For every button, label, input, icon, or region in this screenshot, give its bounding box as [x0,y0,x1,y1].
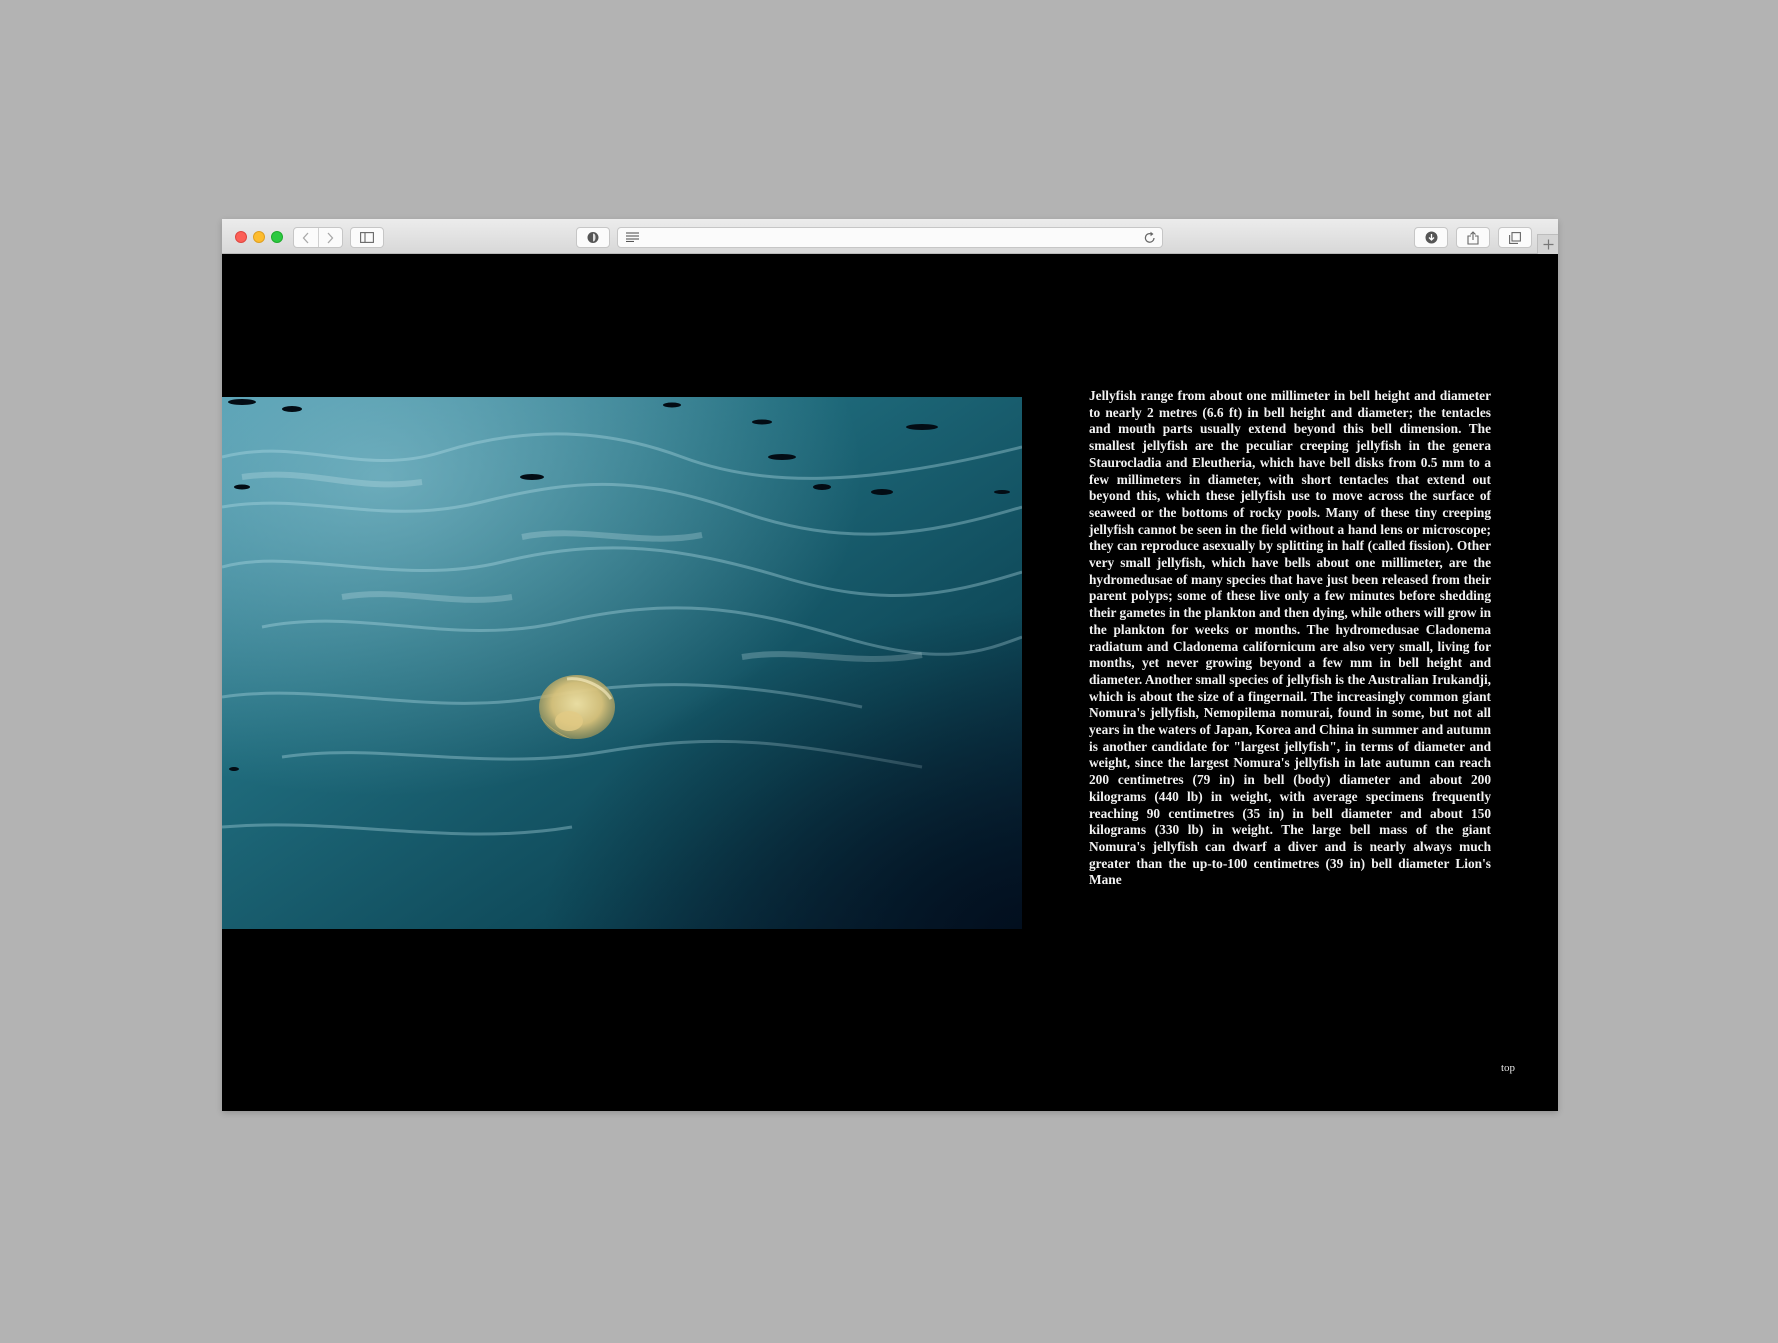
close-window-button[interactable] [235,231,247,243]
back-button[interactable] [294,228,318,247]
download-icon [1425,231,1437,244]
shield-icon [587,232,599,243]
url-field[interactable] [646,230,1116,245]
page-content: Jellyfish range from about one millimete… [222,254,1558,1111]
zoom-window-button[interactable] [271,231,283,243]
browser-window: Jellyfish range from about one millimete… [222,219,1558,1111]
jellyfish-in-sea-photo [222,397,1022,929]
history-navigation [293,227,343,248]
jellyfish-photo [222,397,1022,929]
reader-lines-icon[interactable] [626,232,639,242]
downloads-button[interactable] [1414,227,1448,248]
share-button[interactable] [1456,227,1490,248]
chevron-right-icon [327,232,334,243]
jellyfish [539,675,615,739]
sidebar-button[interactable] [350,227,384,248]
new-tab-button[interactable] [1537,234,1558,254]
sidebar-icon [360,232,374,243]
share-icon [1467,230,1479,245]
minimize-window-button[interactable] [253,231,265,243]
tabs-overview-icon [1509,231,1521,244]
chevron-left-icon [302,232,309,243]
forward-button[interactable] [319,228,343,247]
article-text: Jellyfish range from about one millimete… [1089,388,1491,888]
address-bar[interactable] [617,227,1163,248]
tabs-overview-button[interactable] [1498,227,1532,248]
browser-toolbar [222,219,1558,254]
plus-icon [1543,239,1553,250]
reload-icon[interactable] [1144,231,1156,244]
privacy-report-button[interactable] [576,227,610,248]
back-to-top-link[interactable]: top [1501,1062,1515,1074]
